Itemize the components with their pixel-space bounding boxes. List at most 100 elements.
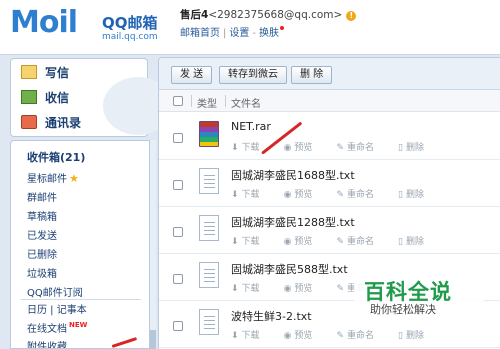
nav-starred[interactable]: 星标邮件 ★	[27, 170, 79, 185]
divider	[225, 95, 226, 107]
nav-scrollbar[interactable]	[150, 140, 156, 349]
skin-link[interactable]: 换肤	[259, 28, 279, 39]
preview-label: 预览	[294, 143, 313, 153]
preview-action[interactable]: ◉ 预览	[284, 143, 325, 153]
download-icon: ⬇	[231, 190, 239, 200]
nav-group-mail[interactable]: 群邮件	[27, 189, 57, 204]
preview-action[interactable]: ◉ 预览	[284, 331, 325, 341]
row-checkbox[interactable]	[173, 133, 183, 143]
contacts-button[interactable]: 通讯录	[21, 112, 81, 132]
rename-label: 重命名	[346, 143, 374, 153]
table-row[interactable]: NET.rar ⬇ 下载 ◉ 预览 ✎ 重命名 ▯ 删除	[159, 114, 500, 160]
download-action[interactable]: ⬇ 下载	[231, 284, 272, 294]
receive-button[interactable]: 收信	[21, 87, 69, 107]
pencil-icon: ✎	[336, 190, 344, 200]
rar-file-icon	[199, 121, 219, 147]
table-row[interactable]: 固城湖李盛民1288型.txt ⬇ 下载 ◉ 预览 ✎ 重命名 ▯ 删除	[159, 208, 500, 254]
rename-label: 重命名	[346, 331, 374, 341]
file-name[interactable]: 固城湖李盛民588型.txt	[231, 261, 348, 277]
logo-domain: mail.qq.com	[102, 32, 158, 42]
row-checkbox[interactable]	[173, 227, 183, 237]
delete-action[interactable]: ▯删除	[398, 237, 436, 247]
preview-action[interactable]: ◉ 预览	[284, 284, 325, 294]
txt-file-icon	[199, 309, 219, 335]
nav-scrollbar-thumb[interactable]	[150, 330, 156, 349]
delete-label: 删除	[405, 190, 424, 200]
download-action[interactable]: ⬇ 下载	[231, 331, 272, 341]
download-label: 下载	[241, 237, 260, 247]
select-all-checkbox[interactable]	[173, 96, 183, 106]
file-actions: ⬇下载 ◉预览 ✎重命名 ▯删除	[231, 234, 448, 247]
pencil-icon: ✎	[336, 143, 344, 153]
write-button[interactable]: 写信	[21, 62, 69, 82]
file-actions: ⬇下载 ◉预览 ✎重命名 ▯删除	[231, 328, 448, 341]
logo-mail-text: Moil	[10, 5, 78, 40]
mailbox-home-link[interactable]: 邮箱首页	[180, 28, 220, 39]
file-name[interactable]: 波特生鲜3-2.txt	[231, 308, 312, 324]
folder-nav: 收件箱(21) 星标邮件 ★ 群邮件 草稿箱 已发送 已删除 垃圾箱 QQ邮件订阅…	[10, 140, 150, 349]
txt-file-icon	[199, 215, 219, 241]
rename-action[interactable]: ✎重命名	[336, 143, 386, 153]
nav-inbox[interactable]: 收件箱(21)	[27, 149, 85, 165]
column-filename[interactable]: 文件名	[231, 95, 261, 110]
rename-label: 重命名	[346, 237, 374, 247]
nav-calendar[interactable]: 日历	[27, 305, 47, 316]
account-name: 售后4	[180, 9, 209, 21]
nav-divider	[21, 299, 141, 300]
download-icon: ⬇	[231, 143, 239, 153]
send-button[interactable]: 发 送	[171, 66, 213, 84]
nav-spam[interactable]: 垃圾箱	[27, 265, 57, 280]
nav-online-docs[interactable]: 在线文档 NEW	[27, 320, 87, 335]
rename-action[interactable]: ✎重命名	[336, 331, 386, 341]
delete-action[interactable]: ▯删除	[398, 190, 436, 200]
delete-label: 删除	[405, 331, 424, 341]
divider	[191, 95, 192, 107]
warning-icon[interactable]: !	[346, 11, 357, 21]
row-checkbox[interactable]	[173, 321, 183, 331]
eye-icon: ◉	[283, 143, 292, 153]
nav-drafts[interactable]: 草稿箱	[27, 208, 57, 223]
rename-action[interactable]: ✎重命名	[336, 237, 386, 247]
qqmail-logo[interactable]: Moil QQ邮箱 mail.qq.com	[10, 6, 170, 46]
eye-icon: ◉	[283, 190, 292, 200]
nav-notebook[interactable]: 记事本	[57, 305, 87, 316]
account-email: <2982375668@qq.com>	[208, 9, 343, 21]
preview-label: 预览	[294, 331, 313, 341]
eye-icon: ◉	[283, 284, 292, 294]
delete-action[interactable]: ▯删除	[398, 331, 436, 341]
contacts-icon	[21, 115, 37, 129]
receive-label: 收信	[45, 90, 70, 105]
delete-label: 删除	[405, 143, 424, 153]
delete-action[interactable]: ▯删除	[398, 143, 436, 153]
write-icon	[21, 65, 37, 79]
preview-action[interactable]: ◉ 预览	[284, 237, 325, 247]
file-name[interactable]: 固城湖李盛民1288型.txt	[231, 214, 355, 230]
compose-panel: 写信 收信 通讯录	[10, 58, 173, 137]
trash-icon: ▯	[398, 331, 403, 341]
table-header: 类型 文件名	[159, 90, 500, 112]
preview-label: 预览	[294, 190, 313, 200]
file-name[interactable]: 固城湖李盛民1688型.txt	[231, 167, 355, 183]
row-checkbox[interactable]	[173, 180, 183, 190]
rename-action[interactable]: ✎重命名	[336, 190, 386, 200]
table-row[interactable]: 固城湖李盛民1688型.txt ⬇ 下载 ◉ 预览 ✎ 重命名 ▯ 删除	[159, 161, 500, 207]
download-label: 下载	[241, 331, 260, 341]
file-name[interactable]: NET.rar	[231, 120, 271, 133]
row-checkbox[interactable]	[173, 274, 183, 284]
save-to-weiyun-button[interactable]: 转存到微云	[219, 66, 287, 84]
nav-deleted[interactable]: 已删除	[27, 246, 57, 261]
download-action[interactable]: ⬇ 下载	[231, 237, 272, 247]
nav-subscriptions[interactable]: QQ邮件订阅	[27, 284, 83, 299]
logo-qq-mailbox: QQ邮箱	[102, 14, 158, 32]
delete-button[interactable]: 删 除	[291, 66, 333, 84]
pencil-icon: ✎	[336, 331, 344, 341]
column-type[interactable]: 类型	[197, 95, 217, 110]
nav-sent[interactable]: 已发送	[27, 227, 57, 242]
preview-label: 预览	[294, 237, 313, 247]
settings-link[interactable]: 设置	[229, 28, 249, 39]
nav-attachment-favorites[interactable]: 附件收藏	[27, 338, 67, 348]
preview-action[interactable]: ◉ 预览	[284, 190, 325, 200]
eye-icon: ◉	[283, 237, 292, 247]
download-action[interactable]: ⬇ 下载	[231, 190, 272, 200]
download-label: 下载	[241, 284, 260, 294]
